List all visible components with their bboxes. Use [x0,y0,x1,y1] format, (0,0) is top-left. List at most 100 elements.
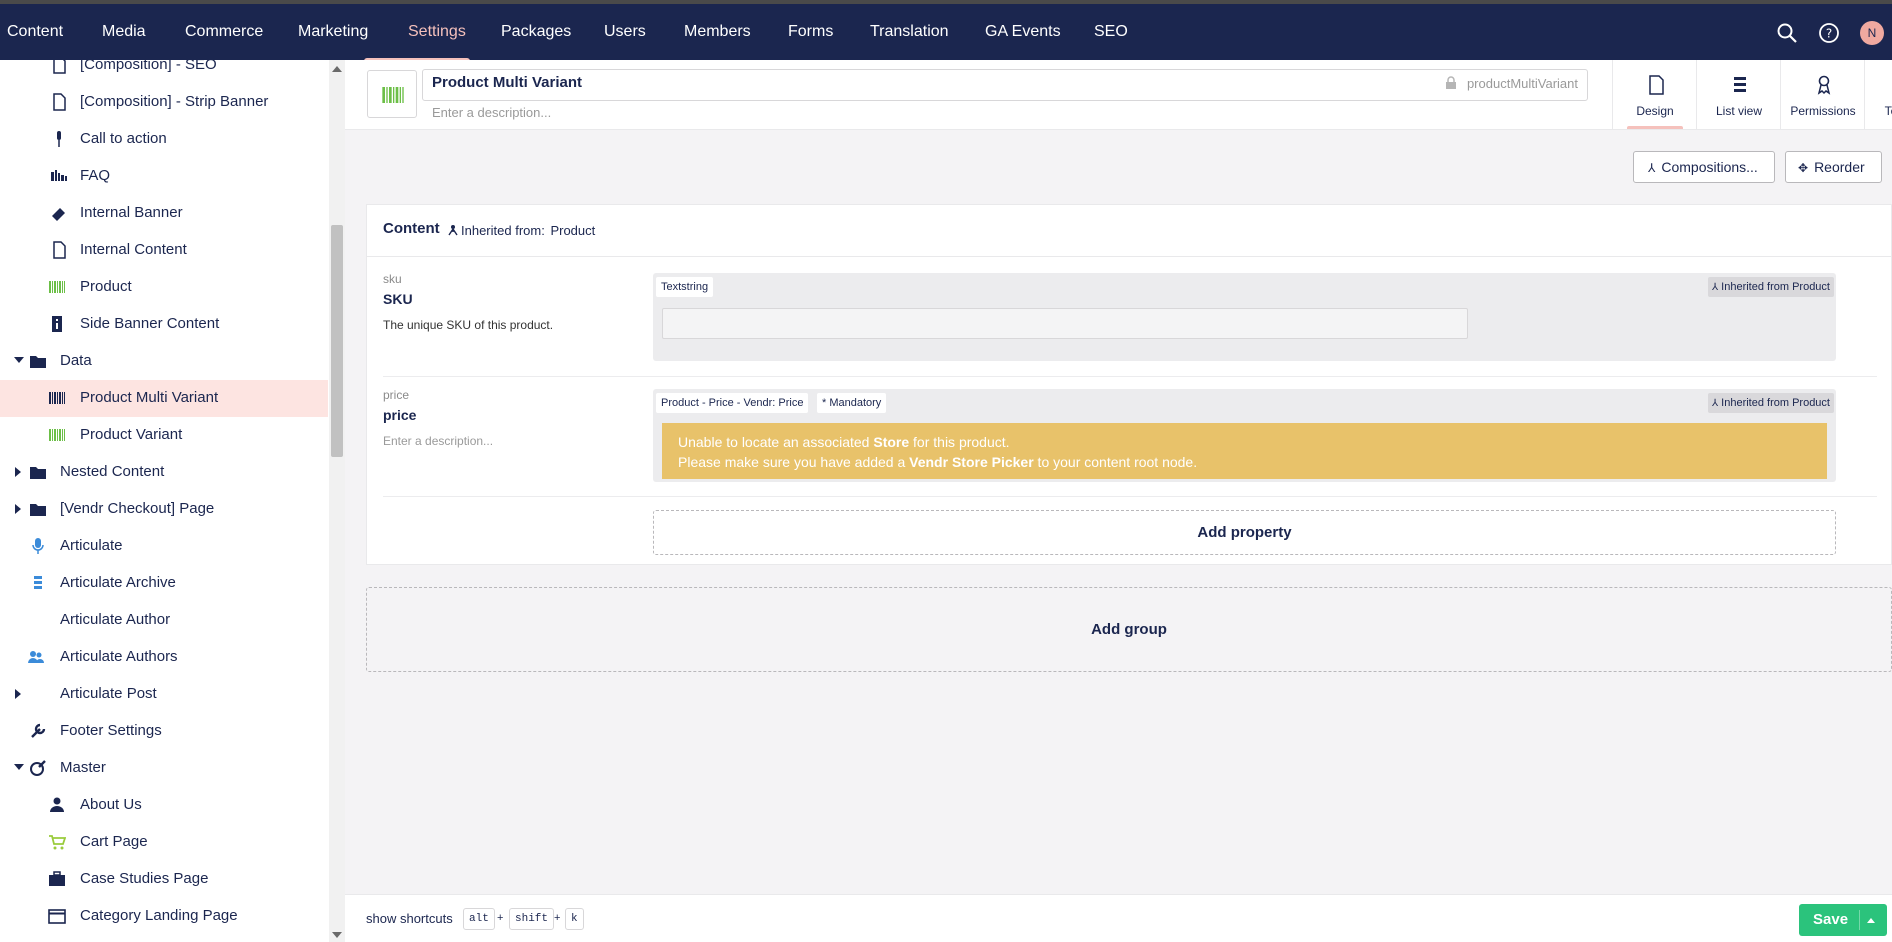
save-button[interactable]: Save [1799,904,1887,936]
nav-marketing[interactable]: Marketing [298,4,368,60]
tree-item-composition-seo[interactable]: [Composition] - SEO [0,60,328,84]
chevron-right-icon[interactable] [15,504,21,514]
compositions-button[interactable]: ⅄ Compositions... [1633,151,1775,183]
tree-item-footer-settings[interactable]: Footer Settings [0,713,328,750]
tree-item-side-banner-content[interactable]: Side Banner Content [0,306,328,343]
tree-item-about-us[interactable]: About Us [0,787,328,824]
tree-folder-data[interactable]: Data [0,343,328,380]
tree-folder-master[interactable]: Master [0,750,328,787]
folder-icon [30,467,46,479]
tree-item-label: Category Landing Page [80,907,238,924]
search-icon[interactable] [1776,22,1798,44]
tree-item-label: Product [80,278,132,295]
property-description: Enter a description... [383,434,494,448]
tree-item-internal-content[interactable]: Internal Content [0,232,328,269]
tree-item-product-variant[interactable]: Product Variant [0,417,328,454]
add-property-button[interactable]: Add property [653,510,1836,555]
tree-item-category-landing-page[interactable]: Category Landing Page [0,898,328,935]
tree-item-label: Cart Page [80,833,148,850]
tree-item-composition-strip-banner[interactable]: [Composition] - Strip Banner [0,84,328,121]
nav-seo[interactable]: SEO [1094,4,1128,60]
chevron-up-icon[interactable] [1867,918,1875,923]
scroll-up-arrow-icon[interactable] [332,66,342,72]
chevron-right-icon[interactable] [15,467,21,477]
tree-item-faq[interactable]: FAQ [0,158,328,195]
tree-item-call-to-action[interactable]: Call to action [0,121,328,158]
ribbon-icon [1817,75,1831,95]
nav-content[interactable]: Content [7,4,63,60]
compositions-button-label: Compositions... [1661,159,1758,175]
nav-packages[interactable]: Packages [501,4,571,60]
tree-item-cart-page[interactable]: Cart Page [0,824,328,861]
barcode-icon [49,392,65,404]
tree-item-articulate[interactable]: Articulate [0,528,328,565]
document-type-editor: Product Multi Variant productMultiVarian… [345,60,1892,942]
show-shortcuts-link[interactable]: show shortcuts [366,911,453,926]
palette-icon [30,760,46,776]
tab-list-view[interactable]: List view [1696,60,1780,130]
plus-sign: + [497,912,504,924]
textstring-preview-input [662,308,1468,339]
tree-item-articulate-author[interactable]: Articulate Author [0,602,328,639]
store-warning-alert: Unable to locate an associated Store for… [662,423,1827,479]
tree-item-label: Call to action [80,130,167,147]
tree-folder-vendr-checkout-page[interactable]: [Vendr Checkout] Page [0,491,328,528]
doc-type-name: Product Multi Variant [432,74,583,91]
doc-type-icon-picker[interactable] [367,70,417,118]
nav-members[interactable]: Members [684,4,751,60]
tab-design[interactable]: Design [1612,60,1696,130]
tree-item-internal-banner[interactable]: Internal Banner [0,195,328,232]
scroll-down-arrow-icon[interactable] [332,932,342,938]
sidebar-scrollbar[interactable] [329,60,345,942]
mandatory-tag: * Mandatory [817,393,887,413]
tree-item-label: Articulate Post [60,685,157,702]
property-alias: price [383,388,410,402]
property-name: SKU [383,291,413,307]
document-icon [53,93,66,111]
chevron-down-icon[interactable] [14,764,24,770]
nav-commerce[interactable]: Commerce [185,4,263,60]
list-icon [34,576,42,589]
tree-item-case-studies-page[interactable]: Case Studies Page [0,861,328,898]
chevron-right-icon[interactable] [15,689,21,699]
warning-text: for this product. [909,434,1010,450]
document-icon [53,60,66,74]
add-group-button[interactable]: Add group [366,587,1892,672]
nav-media[interactable]: Media [102,4,146,60]
tree-item-product[interactable]: Product [0,269,328,306]
tab-permissions[interactable]: Permissions [1780,60,1864,130]
nav-forms[interactable]: Forms [788,4,833,60]
tree-item-articulate-archive[interactable]: Articulate Archive [0,565,328,602]
inherited-badge: ⅄ Inherited from Product [1707,277,1834,297]
tree-item-label: Case Studies Page [80,870,209,887]
tab-label: Design [1636,104,1674,118]
tree-item-articulate-post[interactable]: Articulate Post [0,676,328,713]
doc-type-description-input[interactable]: Enter a description... [432,105,551,120]
nav-translation[interactable]: Translation [870,4,949,60]
nav-settings[interactable]: Settings [408,4,466,60]
property-editor-preview-sku[interactable]: Textstring ⅄ Inherited from Product [653,273,1836,361]
user-avatar[interactable]: N [1860,21,1884,45]
tree-item-product-multi-variant[interactable]: Product Multi Variant [0,380,328,417]
inherit-icon: ⅄ [1711,282,1719,293]
inherited-from-link[interactable]: Product [550,223,595,238]
save-button-label: Save [1813,911,1849,928]
reorder-button[interactable]: ✥ Reorder [1785,151,1882,183]
nav-ga-events[interactable]: GA Events [985,4,1061,60]
top-navigation: Content Media Commerce Marketing Setting… [0,4,1892,62]
editor-type-tag: Product - Price - Vendr: Price [656,393,809,413]
property-editor-preview-price[interactable]: Product - Price - Vendr: Price * Mandato… [653,389,1836,482]
tab-active-indicator [1627,126,1683,129]
chevron-down-icon[interactable] [14,357,24,363]
list-view-icon [1734,77,1746,92]
doc-type-name-input[interactable] [422,69,1588,101]
nav-users[interactable]: Users [604,4,646,60]
shortcut-key: alt [463,908,495,930]
warning-text: to your content root node. [1033,454,1198,470]
tree-item-label: FAQ [80,167,111,184]
tree-folder-nested-content[interactable]: Nested Content [0,454,328,491]
tab-templates[interactable]: Templates [1864,60,1892,130]
tree-item-articulate-authors[interactable]: Articulate Authors [0,639,328,676]
sidebar-scroll-thumb[interactable] [331,225,343,457]
help-icon[interactable]: ? [1818,22,1840,44]
